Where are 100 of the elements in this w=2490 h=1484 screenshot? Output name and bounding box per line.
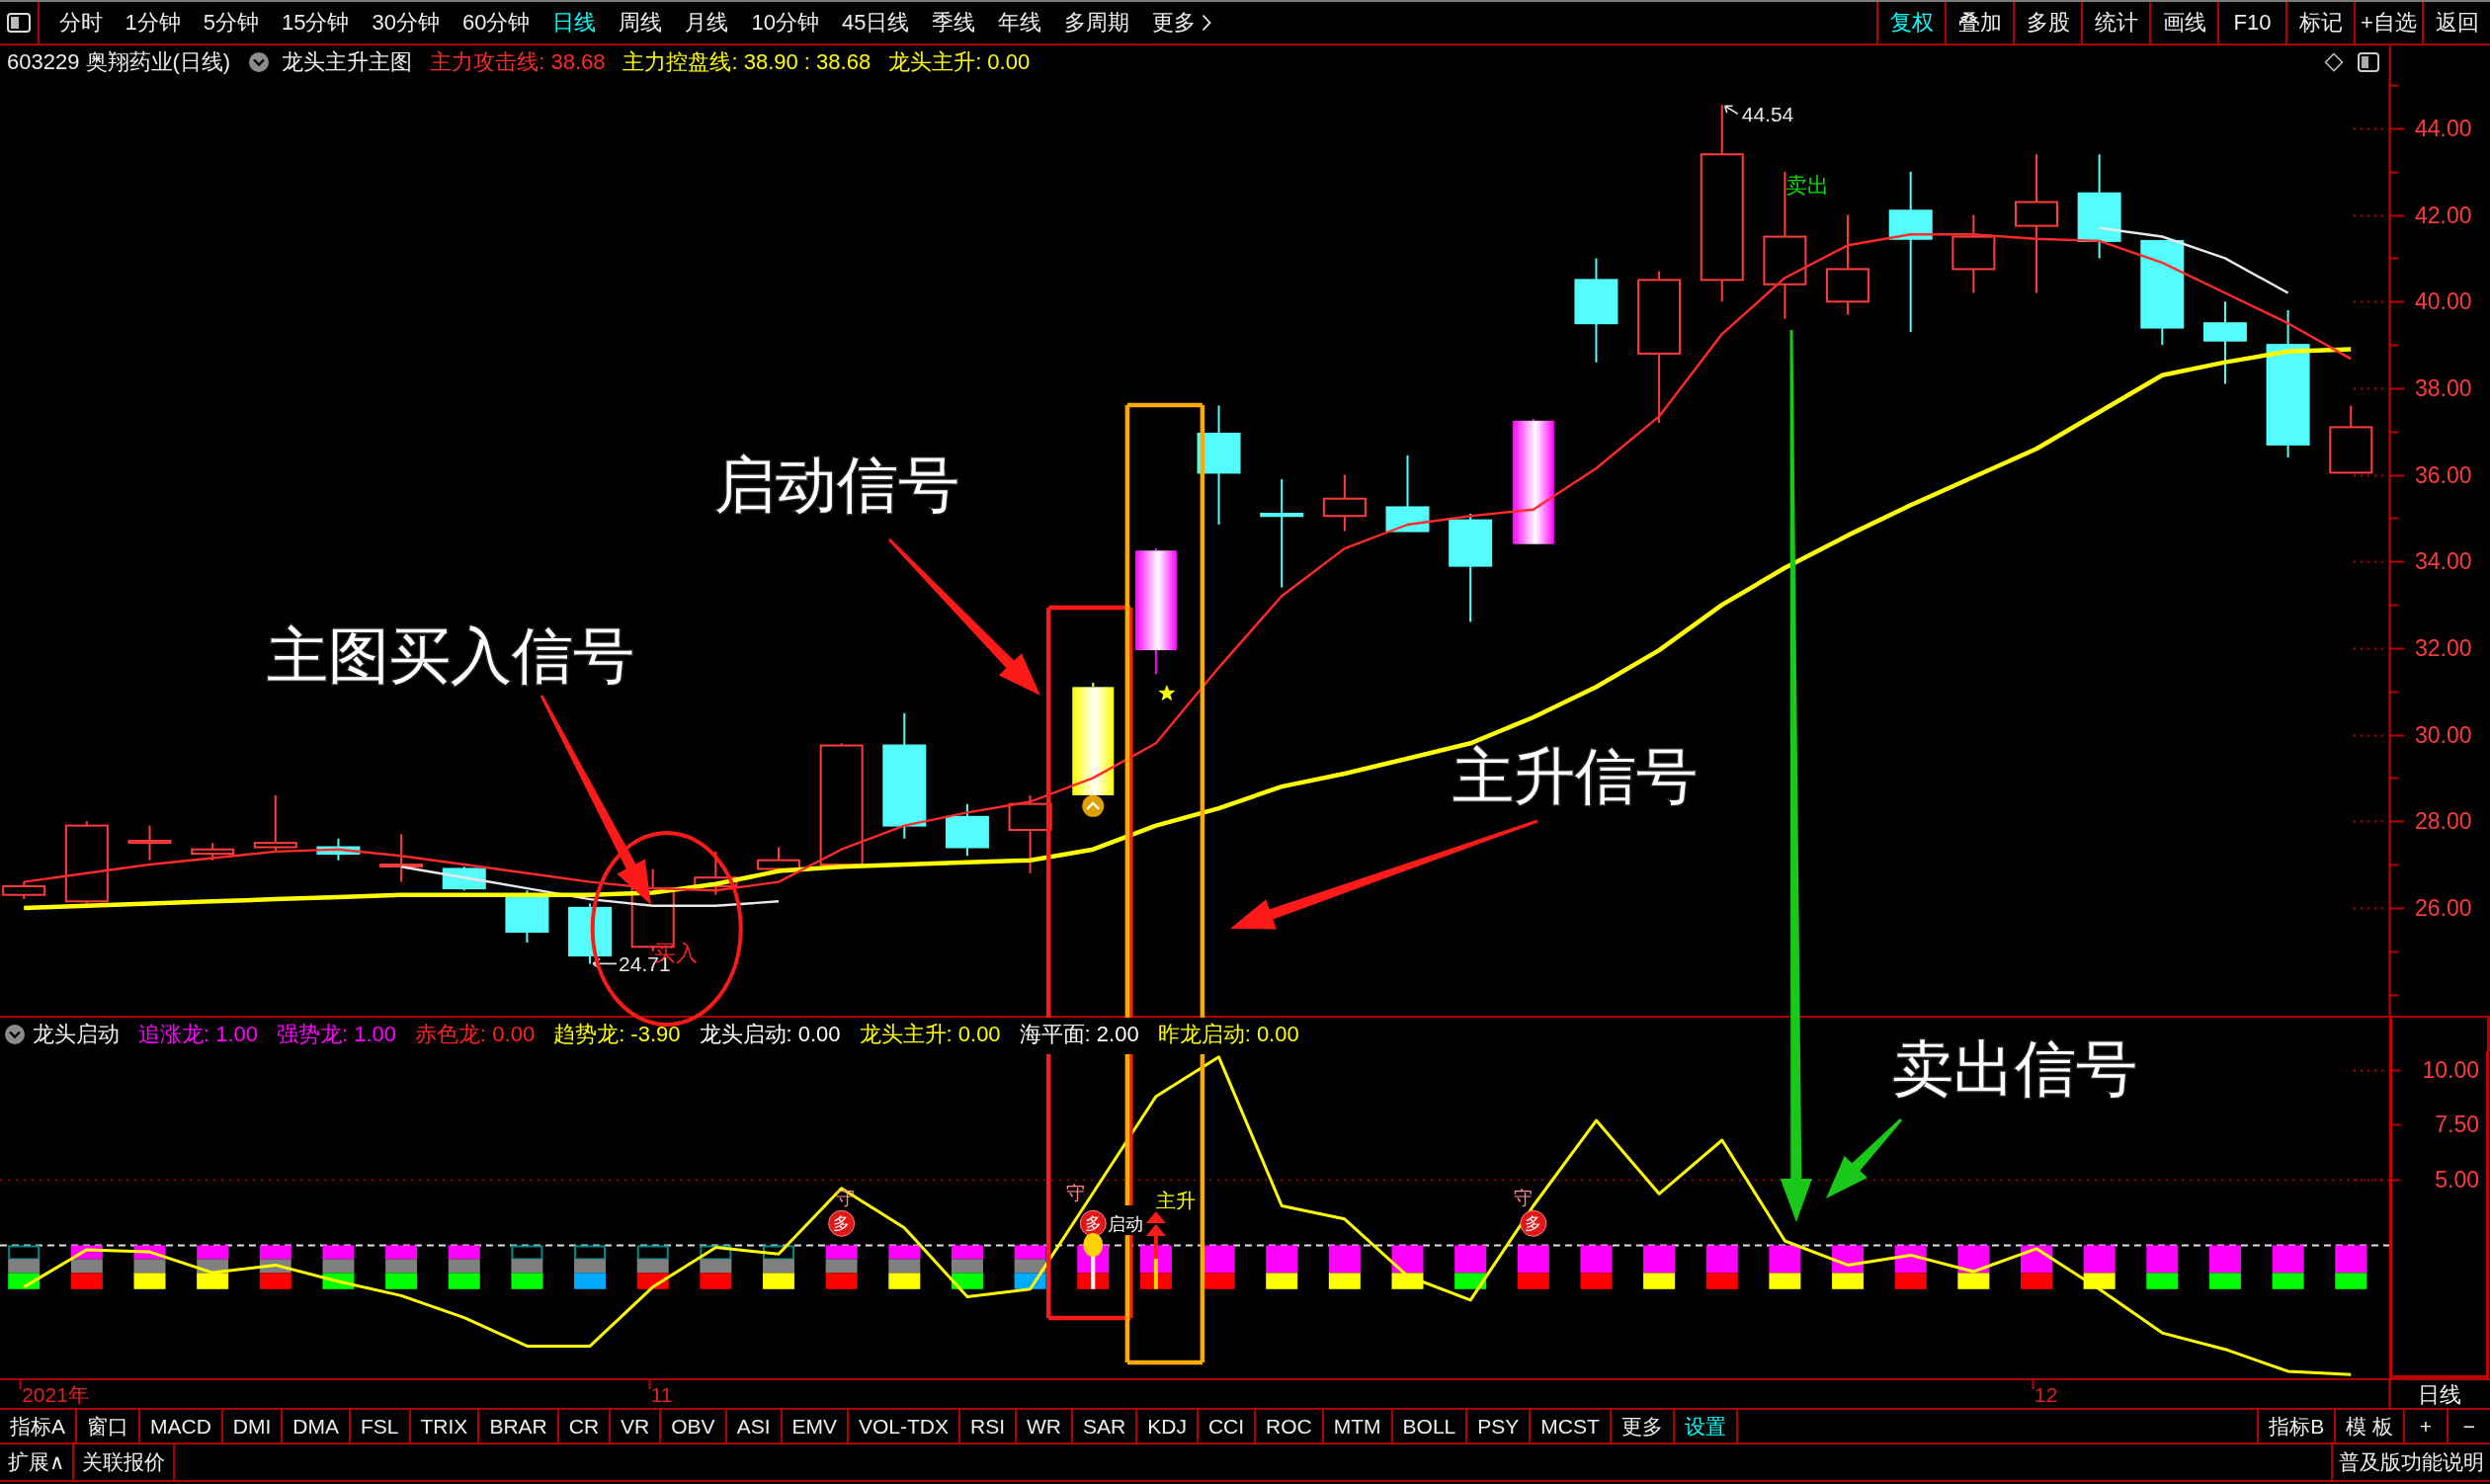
axis-label: 36.00 xyxy=(2415,461,2472,488)
pointer-arrow-icon xyxy=(592,957,618,970)
indicator-title: 龙头启动 xyxy=(33,1021,120,1048)
indicator-tab[interactable]: DMA xyxy=(283,1410,352,1443)
indicator-tab[interactable]: 更多 xyxy=(1611,1410,1675,1443)
indicator-tab[interactable]: MCST xyxy=(1531,1410,1612,1443)
period-tab[interactable]: 30分钟 xyxy=(361,2,452,43)
axis-label: 28.00 xyxy=(2415,808,2472,835)
toolbar-button[interactable]: − xyxy=(2447,1410,2490,1443)
indicator-tab[interactable]: CCI xyxy=(1198,1410,1257,1443)
toolbar-button[interactable]: 复权 xyxy=(1876,2,1945,43)
indicator-tab[interactable]: 窗口 xyxy=(77,1410,140,1443)
dot-icon xyxy=(1083,1233,1104,1257)
candlestick xyxy=(253,793,297,853)
indicator-tab[interactable]: VOL-TDX xyxy=(849,1410,961,1443)
pointer-arrow-icon xyxy=(1723,105,1739,116)
indicator-value: 趋势龙: -3.90 xyxy=(553,1021,681,1048)
indicator-tab[interactable]: FSL xyxy=(351,1410,411,1443)
help-link[interactable]: 普及版功能说明 xyxy=(2331,1444,2490,1480)
candlestick xyxy=(316,837,361,862)
period-tab[interactable]: 日线 xyxy=(540,2,608,43)
candlestick xyxy=(694,850,738,896)
toolbar-button[interactable]: 模 板 xyxy=(2334,1410,2403,1443)
indicator-tab[interactable]: 指标A xyxy=(0,1410,77,1443)
dropdown-icon[interactable] xyxy=(4,1024,26,1045)
panel-toggle-icon[interactable] xyxy=(2358,52,2379,72)
signal-label: 守 xyxy=(836,1188,856,1209)
axis-label: 30.00 xyxy=(2415,721,2472,748)
more-button[interactable]: 更多 xyxy=(1140,2,1223,43)
candlestick xyxy=(945,802,989,858)
signal-label: 守 xyxy=(1514,1188,1534,1209)
period-tab[interactable]: 周线 xyxy=(607,2,674,43)
indicator-tab[interactable]: DMI xyxy=(222,1410,284,1443)
toolbar-button[interactable]: 扩展∧ xyxy=(0,1444,75,1480)
period-tab[interactable]: 分时 xyxy=(47,2,114,43)
indicator-tab[interactable]: VR xyxy=(611,1410,662,1443)
indicator-tab[interactable]: CR xyxy=(558,1410,612,1443)
indicator-value: 昨龙启动: 0.00 xyxy=(1157,1021,1299,1048)
callout-text: 主升信号 xyxy=(1452,742,1698,810)
indicator-value: 龙头主升: 0.00 xyxy=(888,48,1031,76)
candlestick xyxy=(505,889,549,944)
toolbar-button[interactable]: 标记 xyxy=(2285,2,2354,43)
axis-label: 26.00 xyxy=(2415,894,2472,921)
toolbar-button[interactable]: 关联报价 xyxy=(74,1444,176,1480)
toolbar-button[interactable]: 指标B xyxy=(2257,1410,2335,1443)
stock-title: 603229 奥翔药业(日线) xyxy=(7,48,231,76)
signal-badge: 多 xyxy=(1079,1209,1107,1237)
candlestick xyxy=(2,880,46,901)
candlestick xyxy=(2329,404,2373,474)
indicator-value: 强势龙: 1.00 xyxy=(277,1021,397,1048)
indicator-tab[interactable]: EMV xyxy=(782,1410,849,1443)
indicator-tab[interactable]: SAR xyxy=(1073,1410,1138,1443)
period-label: 日线 xyxy=(2418,1382,2461,1407)
toolbar-button[interactable]: 统计 xyxy=(2081,2,2149,43)
toolbar-button[interactable]: + xyxy=(2403,1410,2447,1443)
indicator-tab[interactable]: RSI xyxy=(960,1410,1018,1443)
toolbar-button[interactable]: 多股 xyxy=(2013,2,2081,43)
period-tab[interactable]: 15分钟 xyxy=(270,2,361,43)
indicator-tab[interactable]: MTM xyxy=(1323,1410,1393,1443)
indicator-tab[interactable]: TRIX xyxy=(410,1410,480,1443)
diamond-icon[interactable] xyxy=(2324,52,2344,72)
indicator-tab[interactable]: KDJ xyxy=(1137,1410,1199,1443)
indicator-tab[interactable]: BOLL xyxy=(1392,1410,1468,1443)
indicator-tab[interactable]: OBV xyxy=(661,1410,727,1443)
indicator-tab[interactable]: PSY xyxy=(1467,1410,1532,1443)
toolbar-button[interactable]: 画线 xyxy=(2149,2,2217,43)
period-tab[interactable]: 1分钟 xyxy=(114,2,193,43)
period-tab[interactable]: 10分钟 xyxy=(739,2,831,43)
toolbar-button[interactable]: F10 xyxy=(2217,2,2285,43)
period-tab[interactable]: 季线 xyxy=(920,2,987,43)
candlestick xyxy=(1322,473,1367,533)
toolbar-button[interactable]: 叠加 xyxy=(1945,2,2013,43)
callout-text: 卖出信号 xyxy=(1892,1034,2137,1103)
signal-badge: 多 xyxy=(828,1209,856,1237)
indicator-tab[interactable]: 设置 xyxy=(1674,1410,1738,1443)
period-tab[interactable]: 5分钟 xyxy=(192,2,271,43)
dropdown-icon[interactable] xyxy=(248,51,271,73)
period-tab[interactable]: 月线 xyxy=(673,2,740,43)
indicator-tab[interactable]: MACD xyxy=(140,1410,223,1443)
candlestick xyxy=(191,842,235,862)
period-tab[interactable]: 年线 xyxy=(986,2,1053,43)
indicator-value: 主力攻击线: 38.68 xyxy=(430,48,606,76)
indicator-tab[interactable]: ROC xyxy=(1256,1410,1324,1443)
callout-text: 启动信号 xyxy=(714,451,959,519)
toolbar-button[interactable]: +自选 xyxy=(2354,2,2422,43)
period-tab[interactable]: 多周期 xyxy=(1052,2,1141,43)
axis-label: 10.00 xyxy=(2422,1057,2479,1084)
toolbar-button[interactable]: 返回 xyxy=(2422,2,2490,43)
candlestick xyxy=(127,824,172,862)
price-label: 44.54 xyxy=(1741,103,1794,126)
indicator-tab[interactable]: WR xyxy=(1017,1410,1074,1443)
period-tab[interactable]: 60分钟 xyxy=(451,2,541,43)
period-tab[interactable]: 45日线 xyxy=(830,2,921,43)
indicator-value: 龙头主升: 0.00 xyxy=(859,1021,1001,1048)
signal-label: 守 xyxy=(1065,1183,1085,1204)
indicator-tab[interactable]: ASI xyxy=(726,1410,783,1443)
star-icon xyxy=(1158,684,1176,701)
date-label: 12 xyxy=(2034,1383,2058,1406)
panel-toggle-icon[interactable] xyxy=(7,13,31,33)
indicator-tab[interactable]: BRAR xyxy=(479,1410,559,1443)
